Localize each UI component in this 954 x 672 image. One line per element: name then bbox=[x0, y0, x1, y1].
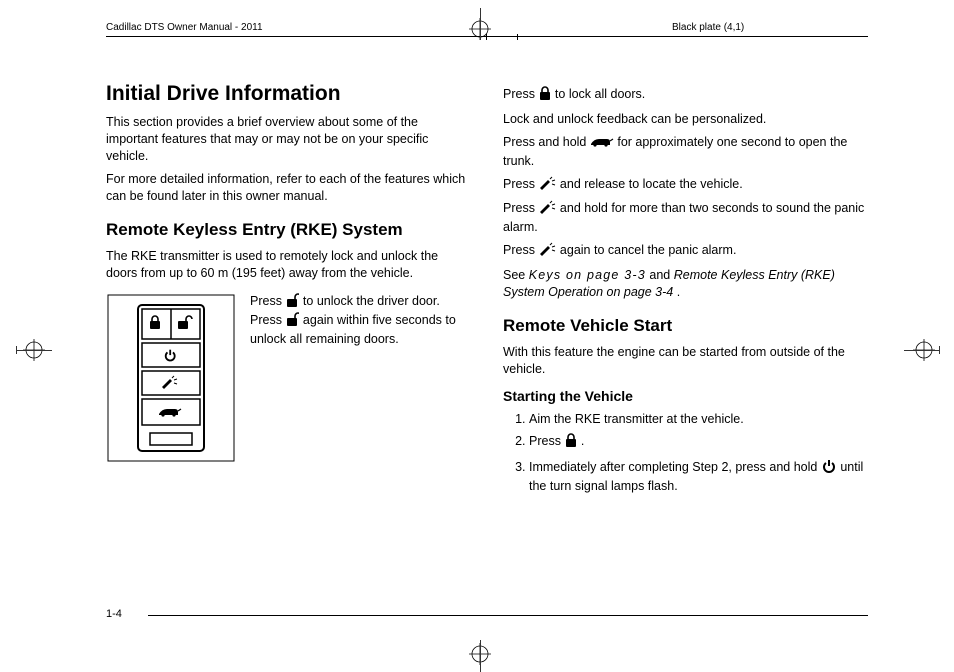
body-text: Press and hold for more than two seconds… bbox=[503, 200, 868, 236]
text-run: See bbox=[503, 268, 529, 282]
body-text: Press to unlock the driver door. Press a… bbox=[250, 293, 471, 348]
unlock-icon bbox=[285, 312, 299, 331]
body-text: Press and release to locate the vehicle. bbox=[503, 176, 868, 195]
crop-line bbox=[939, 346, 940, 354]
unlock-icon bbox=[285, 293, 299, 312]
list-item: Aim the RKE transmitter at the vehicle. bbox=[529, 411, 868, 428]
text-run: Press bbox=[529, 434, 564, 448]
text-run: and release to locate the vehicle. bbox=[560, 177, 743, 191]
heading-starting-vehicle: Starting the Vehicle bbox=[503, 387, 868, 406]
heading-initial-drive: Initial Drive Information bbox=[106, 80, 471, 108]
body-text: See Keys on page 3‑3 and Remote Keyless … bbox=[503, 267, 868, 301]
crop-line bbox=[16, 346, 17, 354]
header-right: Black plate (4,1) bbox=[672, 22, 744, 33]
horn-icon bbox=[538, 176, 556, 195]
text-run: Press bbox=[503, 243, 538, 257]
page-number: 1-4 bbox=[106, 608, 122, 620]
crop-line bbox=[480, 8, 481, 40]
left-column: Initial Drive Information This section p… bbox=[106, 80, 471, 500]
right-column: Press to lock all doors. Lock and unlock… bbox=[503, 80, 868, 500]
text-run: again to cancel the panic alarm. bbox=[560, 243, 737, 257]
list-item: Immediately after completing Step 2, pre… bbox=[529, 457, 868, 495]
body-text: The RKE transmitter is used to remotely … bbox=[106, 248, 471, 282]
text-run: Immediately after completing Step 2, pre… bbox=[529, 460, 821, 474]
lock-icon bbox=[564, 433, 577, 452]
footer-rule bbox=[148, 615, 868, 616]
remote-start-icon bbox=[821, 457, 837, 478]
cross-ref: Keys on page 3‑3 bbox=[529, 268, 646, 282]
header-left: Cadillac DTS Owner Manual - 2011 bbox=[106, 22, 263, 33]
list-item: Press . bbox=[529, 433, 868, 452]
crop-line bbox=[16, 350, 52, 351]
text-run: Press bbox=[503, 201, 538, 215]
body-text: Press again to cancel the panic alarm. bbox=[503, 242, 868, 261]
text-run: Press bbox=[250, 294, 285, 308]
text-run: . bbox=[677, 285, 680, 299]
text-run: Press bbox=[503, 87, 538, 101]
rke-transmitter-figure bbox=[106, 293, 236, 463]
body-text: Lock and unlock feedback can be personal… bbox=[503, 111, 868, 128]
ordered-list: Aim the RKE transmitter at the vehicle. … bbox=[503, 411, 868, 495]
heading-rke: Remote Keyless Entry (RKE) System bbox=[106, 219, 471, 242]
text-run: Press and hold bbox=[503, 135, 590, 149]
text-run: Press bbox=[503, 177, 538, 191]
text-run: and hold for more than two seconds to so… bbox=[503, 201, 864, 234]
heading-remote-start: Remote Vehicle Start bbox=[503, 315, 868, 338]
text-run: . bbox=[581, 434, 584, 448]
body-text: For more detailed information, refer to … bbox=[106, 171, 471, 205]
text-run: to lock all doors. bbox=[555, 87, 645, 101]
crop-line bbox=[480, 640, 481, 672]
trunk-icon bbox=[590, 135, 614, 153]
crop-line bbox=[904, 350, 940, 351]
body-text: With this feature the engine can be star… bbox=[503, 344, 868, 378]
horn-icon bbox=[538, 200, 556, 219]
body-text: Press and hold for approximately one sec… bbox=[503, 134, 868, 170]
lock-icon bbox=[538, 86, 551, 105]
body-text: Press to lock all doors. bbox=[503, 86, 868, 105]
body-text: This section provides a brief overview a… bbox=[106, 114, 471, 165]
horn-icon bbox=[538, 242, 556, 261]
text-run: and bbox=[649, 268, 673, 282]
